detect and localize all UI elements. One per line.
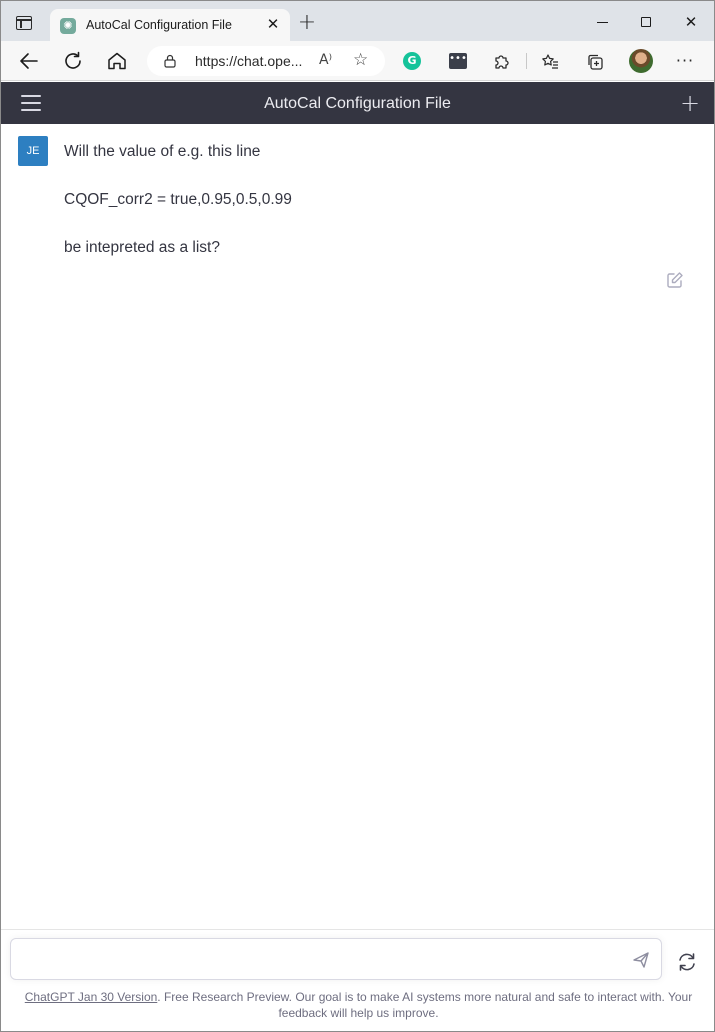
- tab-actions-icon[interactable]: [16, 16, 32, 30]
- prompt-input[interactable]: [23, 947, 613, 973]
- new-chat-icon[interactable]: +: [679, 91, 701, 115]
- grammarly-icon[interactable]: G: [403, 52, 421, 70]
- divider: [1, 929, 714, 930]
- favorites-icon[interactable]: [539, 50, 561, 72]
- version-link[interactable]: ChatGPT Jan 30 Version: [25, 990, 158, 1004]
- message-text: Will the value of e.g. this line CQOF_co…: [64, 140, 664, 284]
- message-paragraph: CQOF_corr2 = true,0.95,0.5,0.99: [64, 191, 292, 208]
- window-close-button[interactable]: ✕: [676, 9, 706, 35]
- toolbar-separator: [526, 53, 527, 69]
- edit-icon[interactable]: [666, 271, 684, 289]
- regenerate-icon[interactable]: [676, 951, 698, 973]
- more-icon[interactable]: ···: [674, 50, 696, 72]
- tab-close-icon[interactable]: ✕: [264, 15, 282, 33]
- message-paragraph: be intepreted as a list?: [64, 239, 220, 256]
- read-aloud-icon[interactable]: A⁾: [319, 52, 332, 68]
- maximize-button[interactable]: [631, 9, 661, 35]
- back-icon[interactable]: [17, 49, 41, 73]
- collections-icon[interactable]: [584, 50, 606, 72]
- footer-disclaimer: ChatGPT Jan 30 Version. Free Research Pr…: [21, 989, 696, 1021]
- new-tab-button[interactable]: +: [297, 12, 317, 34]
- footer-text: . Free Research Preview. Our goal is to …: [157, 990, 693, 1020]
- user-message: JE Will the value of e.g. this line CQOF…: [1, 124, 714, 314]
- browser-tab[interactable]: ✺ AutoCal Configuration File ✕: [50, 9, 290, 41]
- tab-title: AutoCal Configuration File: [86, 18, 232, 32]
- address-bar[interactable]: https://chat.ope... A⁾ ☆: [147, 46, 385, 76]
- browser-toolbar: https://chat.ope... A⁾ ☆ G ••• ···: [1, 41, 714, 81]
- minimize-button[interactable]: [587, 9, 617, 35]
- profile-avatar[interactable]: [629, 49, 653, 73]
- openai-favicon: ✺: [60, 18, 76, 34]
- message-composer[interactable]: [10, 938, 662, 980]
- lock-icon[interactable]: [164, 54, 176, 68]
- message-paragraph: Will the value of e.g. this line: [64, 143, 261, 160]
- home-icon[interactable]: [105, 49, 129, 73]
- url-text[interactable]: https://chat.ope...: [195, 53, 302, 69]
- tab-strip: ✺ AutoCal Configuration File ✕ + ✕: [1, 1, 714, 41]
- browser-window: ✺ AutoCal Configuration File ✕ + ✕ https…: [0, 0, 715, 1032]
- conversation-title: AutoCal Configuration File: [264, 95, 451, 112]
- app-header: AutoCal Configuration File +: [1, 82, 714, 124]
- avatar: JE: [18, 136, 48, 166]
- add-favorite-icon[interactable]: ☆: [353, 50, 368, 70]
- puzzle-icon[interactable]: [491, 50, 513, 72]
- extension-icon[interactable]: •••: [449, 53, 467, 69]
- reload-icon[interactable]: [61, 49, 85, 73]
- send-icon[interactable]: [631, 950, 651, 970]
